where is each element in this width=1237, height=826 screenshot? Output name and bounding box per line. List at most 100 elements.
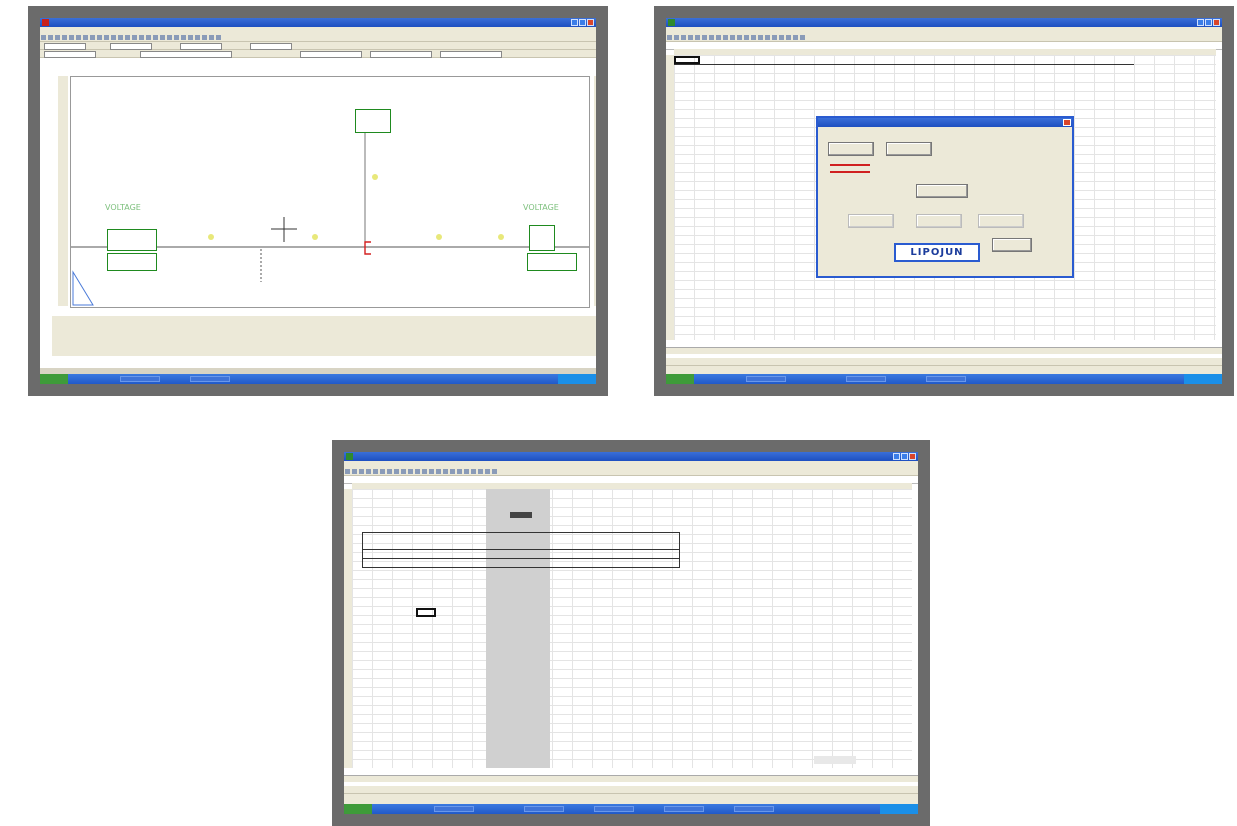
worksheet-grid[interactable]: [352, 489, 912, 768]
start-button[interactable]: [666, 374, 694, 384]
command-line[interactable]: [52, 316, 596, 356]
taskbar-item[interactable]: [664, 806, 704, 812]
node-block-left-lower[interactable]: [107, 253, 157, 271]
marker-icon: [498, 234, 504, 240]
cad-right-toolbar[interactable]: [594, 76, 596, 306]
autocad-app-icon: [42, 19, 49, 26]
excel-dialog-screen: LIPOJUN: [666, 18, 1222, 384]
excel-table-screen: [344, 452, 918, 814]
excel-app-icon: [668, 19, 675, 26]
selected-cell[interactable]: [416, 608, 436, 617]
lipojun-logo: LIPOJUN: [894, 243, 980, 262]
dialog-disabled-button-2[interactable]: [916, 214, 962, 228]
taskbar-item[interactable]: [190, 376, 230, 382]
start-button[interactable]: [40, 374, 68, 384]
taskbar: [344, 804, 918, 814]
cad-drawing-area[interactable]: VOLTAGE VOLTAGE: [70, 76, 590, 308]
dialog-disabled-button-1[interactable]: [848, 214, 894, 228]
table-row: [362, 559, 680, 568]
close-button[interactable]: [587, 19, 594, 26]
taskbar: [666, 374, 1222, 384]
marker-icon: [372, 174, 378, 180]
close-button[interactable]: [909, 453, 916, 460]
excel-titlebar: [666, 18, 1222, 27]
color-select[interactable]: [140, 51, 232, 58]
taskbar-item[interactable]: [926, 376, 966, 382]
dialog-option-button-1[interactable]: [828, 142, 874, 156]
marker-icon: [208, 234, 214, 240]
excel-menubar: [344, 461, 918, 468]
close-button[interactable]: [1213, 19, 1220, 26]
text-style-select[interactable]: [44, 43, 86, 50]
marker-icon: [312, 234, 318, 240]
system-tray: [1184, 374, 1222, 384]
excel-toolbar: [344, 468, 918, 476]
maximize-button[interactable]: [1205, 19, 1212, 26]
table-header-row: [362, 532, 680, 550]
linetype-select[interactable]: [300, 51, 362, 58]
maximize-button[interactable]: [579, 19, 586, 26]
system-tray: [558, 374, 596, 384]
table-row: [362, 550, 680, 559]
floating-indicator[interactable]: [814, 756, 856, 764]
taskbar-item[interactable]: [120, 376, 160, 382]
cad-menubar: [40, 27, 596, 34]
taskbar-item[interactable]: [746, 376, 786, 382]
start-button[interactable]: [344, 804, 372, 814]
highlighted-column: [486, 489, 550, 768]
voltage-label-right: VOLTAGE: [523, 203, 559, 212]
dialog-close-button[interactable]: [1063, 119, 1071, 126]
cad-toolbar-1: [40, 34, 596, 42]
table-title: [510, 512, 532, 518]
status-bar: [344, 794, 918, 804]
window-controls: [571, 19, 594, 26]
taskbar-item[interactable]: [524, 806, 564, 812]
taskbar-item[interactable]: [594, 806, 634, 812]
taskbar-item[interactable]: [846, 376, 886, 382]
warning-text-line-2: [830, 171, 870, 173]
cad-toolbar-2: [40, 42, 596, 50]
maximize-button[interactable]: [901, 453, 908, 460]
lineweight-select[interactable]: [370, 51, 432, 58]
dim-style-select[interactable]: [110, 43, 152, 50]
cad-left-toolbar[interactable]: [58, 76, 68, 306]
dialog-option-button-2[interactable]: [886, 142, 932, 156]
window-controls: [1197, 19, 1220, 26]
multileader-style-select[interactable]: [250, 43, 292, 50]
dialog-confirm-button[interactable]: [992, 238, 1032, 252]
taskbar-item[interactable]: [434, 806, 474, 812]
table-style-select[interactable]: [180, 43, 222, 50]
export-dialog: LIPOJUN: [816, 116, 1074, 278]
ucs-icon: [72, 270, 94, 306]
cad-screenshot: VOLTAGE VOLTAGE: [28, 6, 608, 396]
minimize-button[interactable]: [893, 453, 900, 460]
node-block-left-upper[interactable]: [107, 229, 157, 251]
terminal-marker-icon: [364, 241, 371, 255]
sheet-tabs[interactable]: [344, 775, 918, 782]
excel-dialog-screenshot: LIPOJUN: [654, 6, 1234, 396]
node-block-right-upper[interactable]: [529, 225, 555, 251]
minimize-button[interactable]: [571, 19, 578, 26]
status-bar: [666, 366, 1222, 374]
sheet-tabs[interactable]: [666, 347, 1222, 354]
node-block-right-lower[interactable]: [527, 253, 577, 271]
excel-menubar: [666, 27, 1222, 34]
excel-table-screenshot: [332, 440, 930, 826]
layer-select[interactable]: [44, 51, 96, 58]
dialog-titlebar: [818, 118, 1072, 127]
drawing-toolbar: [666, 358, 1222, 366]
dialog-disabled-button-3[interactable]: [978, 214, 1024, 228]
taskbar: [40, 374, 596, 384]
minimize-button[interactable]: [1197, 19, 1204, 26]
excel-toolbar: [666, 34, 1222, 42]
taskbar-item[interactable]: [734, 806, 774, 812]
cad-titlebar: [40, 18, 596, 27]
plotstyle-select[interactable]: [440, 51, 502, 58]
selected-cell[interactable]: [674, 56, 700, 64]
node-block-top[interactable]: [355, 109, 391, 133]
dialog-action-button[interactable]: [916, 184, 968, 198]
excel-app-icon: [346, 453, 353, 460]
cad-wiring-diagram: VOLTAGE VOLTAGE: [71, 122, 589, 306]
cad-screen: VOLTAGE VOLTAGE: [40, 18, 596, 384]
window-controls: [893, 453, 916, 460]
